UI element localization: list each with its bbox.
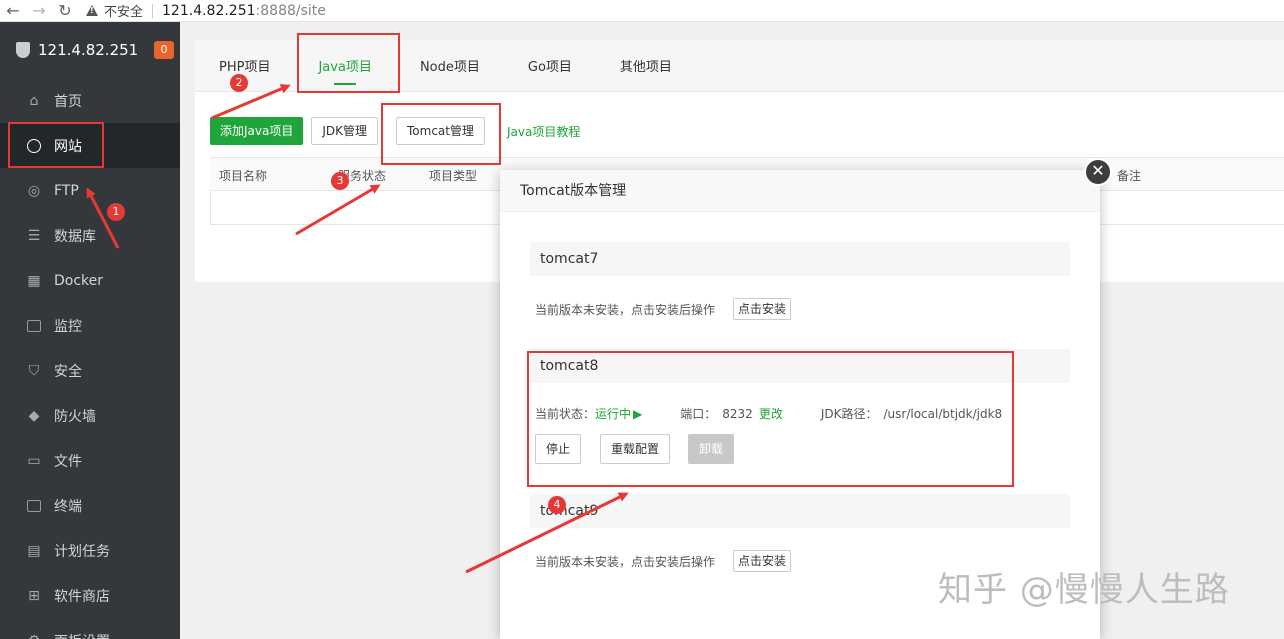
annotation-number: 3: [331, 172, 349, 190]
arrow-2: [211, 84, 291, 120]
annotation-arrows: [86, 84, 629, 574]
annotation-number: 2: [230, 74, 248, 92]
annotation-number: 4: [548, 496, 566, 514]
watermark: 知乎 @慢慢人生路: [938, 570, 1230, 610]
annotation-number: 1: [107, 203, 125, 221]
arrow-3: [295, 184, 381, 236]
arrow-4: [465, 492, 629, 574]
